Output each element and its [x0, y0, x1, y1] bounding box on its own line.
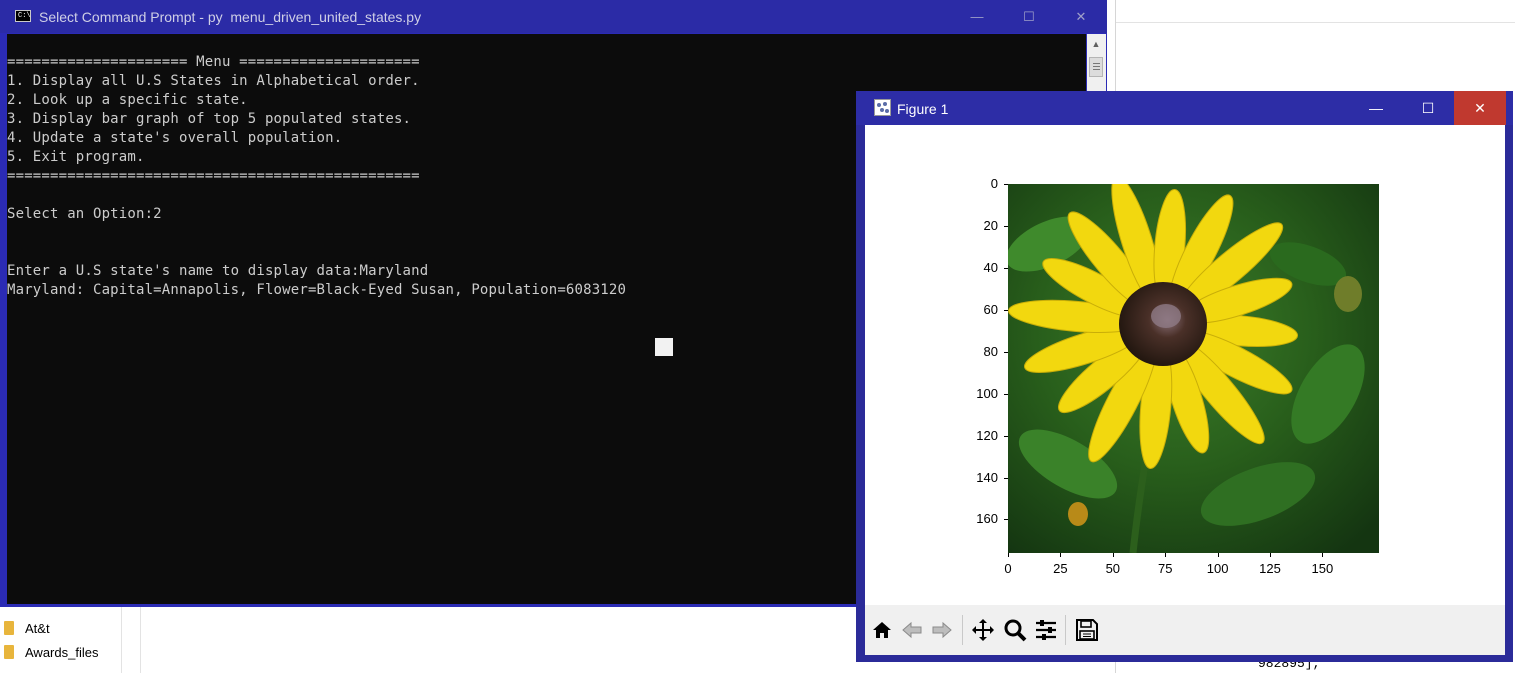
- y-tick-mark: [1004, 184, 1008, 185]
- x-tick-label: 0: [1004, 561, 1012, 576]
- console-line: 2. Look up a specific state.: [7, 92, 248, 108]
- x-tick-label: 75: [1157, 561, 1173, 576]
- maximize-button[interactable]: ☐: [1003, 0, 1055, 33]
- y-tick-label: 0: [990, 176, 998, 191]
- console-line: Select an Option:2: [7, 206, 162, 222]
- y-tick-label: 160: [976, 511, 998, 527]
- console-icon: C:\: [15, 10, 31, 22]
- console-line: ========================================…: [7, 168, 420, 184]
- configure-subplots-icon[interactable]: [1031, 615, 1061, 645]
- y-tick-mark: [1004, 435, 1008, 437]
- matplotlib-icon: [874, 99, 891, 116]
- x-tick-mark: [1008, 553, 1009, 557]
- pan-icon[interactable]: [968, 615, 998, 645]
- console-line: 5. Exit program.: [7, 149, 145, 165]
- x-tick-label: 125: [1259, 561, 1281, 576]
- y-tick-mark: [1004, 477, 1008, 479]
- console-line: 3. Display bar graph of top 5 populated …: [7, 111, 412, 127]
- save-icon[interactable]: [1072, 615, 1102, 645]
- home-icon[interactable]: [867, 615, 897, 645]
- cmd-window-title: Select Command Prompt - py menu_driven_u…: [39, 9, 422, 25]
- scroll-thumb[interactable]: [1089, 57, 1103, 77]
- figure-canvas[interactable]: 0 20 40 60 80 100 120 140 160 0 25 50 75 100 125 150: [865, 125, 1505, 605]
- y-tick-mark: [1004, 519, 1008, 521]
- y-tick-mark: [1004, 267, 1008, 269]
- y-tick-mark: [1004, 309, 1008, 311]
- y-tick-label: 60: [983, 301, 998, 317]
- x-tick-mark: [1165, 553, 1167, 557]
- file-explorer-partial: At&t Awards_files: [0, 606, 860, 673]
- black-eyed-susan-image: [1008, 184, 1379, 553]
- x-tick-mark: [1270, 553, 1271, 557]
- flower-image: [1008, 184, 1379, 553]
- folder-label: At&t: [25, 620, 50, 636]
- y-tick-label: 80: [983, 343, 998, 359]
- console-line: 4. Update a state's overall population.: [7, 130, 343, 146]
- x-tick-mark: [1060, 553, 1062, 557]
- divider: [140, 606, 141, 673]
- folder-item-att[interactable]: At&t: [4, 618, 50, 638]
- x-tick-mark: [1112, 553, 1114, 557]
- forward-icon[interactable]: [927, 615, 957, 645]
- cmd-titlebar[interactable]: C:\ Select Command Prompt - py menu_driv…: [0, 0, 1107, 33]
- console-line: 1. Display all U.S States in Alphabetica…: [7, 73, 420, 89]
- y-tick-label: 40: [983, 259, 998, 275]
- y-tick-label: 100: [976, 385, 998, 401]
- x-tick-mark: [1322, 553, 1324, 557]
- y-tick-mark: [1004, 225, 1008, 227]
- y-tick-label: 20: [983, 217, 998, 233]
- y-tick-mark: [1004, 393, 1008, 395]
- text-cursor: [655, 338, 673, 356]
- folder-icon: [4, 621, 14, 635]
- toolbar-separator: [1065, 615, 1066, 645]
- y-tick-label: 120: [976, 427, 998, 443]
- console-line: Maryland: Capital=Annapolis, Flower=Blac…: [7, 282, 627, 298]
- divider: [1116, 22, 1515, 23]
- minimize-button[interactable]: —: [1350, 91, 1402, 125]
- x-tick-mark: [1217, 553, 1219, 557]
- x-tick-label: 150: [1311, 561, 1334, 576]
- console-line: ===================== Menu =============…: [7, 54, 420, 70]
- console-line: Enter a U.S state's name to display data…: [7, 263, 429, 279]
- minimize-button[interactable]: —: [951, 0, 1003, 33]
- close-button[interactable]: ✕: [1454, 91, 1506, 125]
- x-tick-label: 100: [1206, 561, 1229, 576]
- back-icon[interactable]: [897, 615, 927, 645]
- y-tick-label: 140: [976, 469, 998, 485]
- divider: [121, 606, 122, 673]
- toolbar-separator: [962, 615, 963, 645]
- close-button[interactable]: ✕: [1055, 0, 1107, 33]
- x-tick-label: 25: [1053, 561, 1068, 576]
- scroll-up-arrow-icon[interactable]: ▲: [1089, 37, 1103, 51]
- figure-titlebar[interactable]: Figure 1 — ☐ ✕: [856, 91, 1513, 125]
- maximize-button[interactable]: ☐: [1402, 91, 1454, 125]
- folder-item-awards-files[interactable]: Awards_files: [4, 642, 98, 662]
- y-tick-mark: [1004, 351, 1008, 353]
- folder-icon: [4, 645, 14, 659]
- figure-window-title: Figure 1: [897, 101, 949, 117]
- folder-label: Awards_files: [25, 644, 99, 660]
- x-tick-label: 50: [1105, 561, 1121, 576]
- figure-toolbar: [865, 605, 1505, 655]
- zoom-icon[interactable]: [1000, 615, 1030, 645]
- figure-window[interactable]: Figure 1 — ☐ ✕ 0 20 40 60 80 100 120 140…: [856, 91, 1513, 662]
